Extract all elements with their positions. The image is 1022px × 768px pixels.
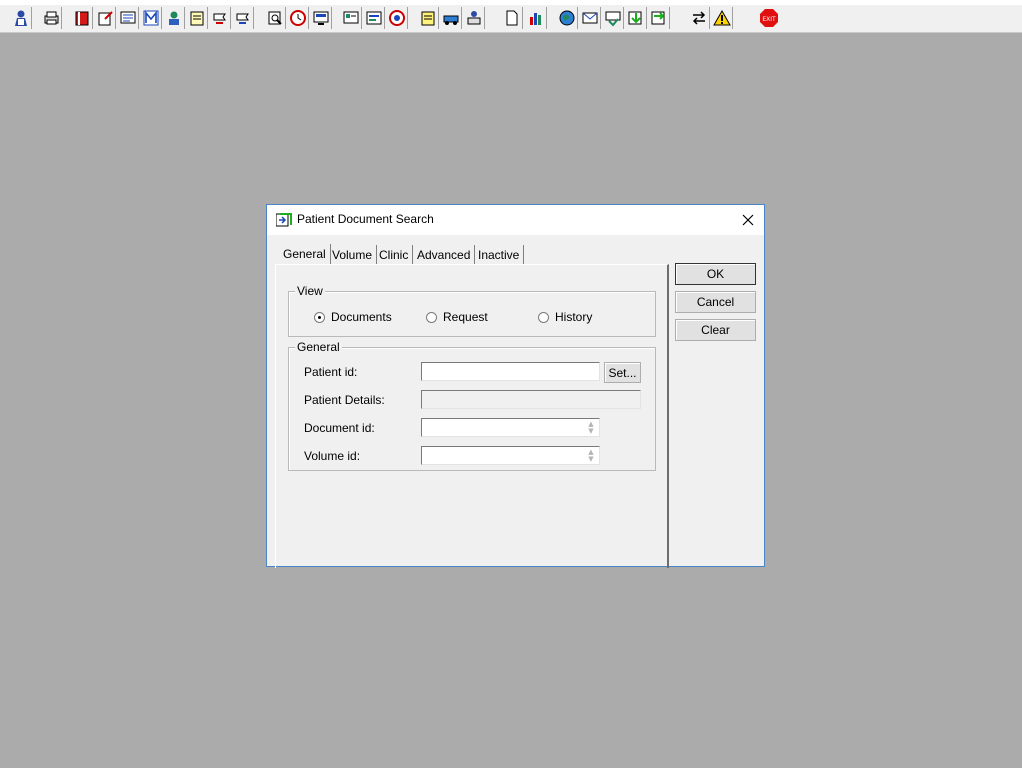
- page-icon[interactable]: [501, 7, 523, 29]
- tab-clinic[interactable]: Clinic: [375, 245, 414, 265]
- document-id-input[interactable]: [422, 419, 599, 436]
- patient-id-field[interactable]: [421, 362, 600, 381]
- set-button[interactable]: Set...: [604, 362, 641, 383]
- patient-details-label: Patient Details:: [304, 393, 385, 407]
- screen-list-icon[interactable]: [117, 7, 139, 29]
- main-toolbar: EXIT: [0, 0, 1022, 33]
- dialog-title: Patient Document Search: [297, 212, 434, 226]
- chart-icon[interactable]: [340, 7, 362, 29]
- monitor-icon[interactable]: [310, 7, 332, 29]
- flag-back-icon[interactable]: [232, 7, 254, 29]
- general-group-title: General: [295, 340, 342, 354]
- dial-icon[interactable]: [386, 7, 408, 29]
- patient-id-input[interactable]: [422, 363, 599, 380]
- notepad-icon[interactable]: [417, 7, 439, 29]
- flag-forward-icon[interactable]: [209, 7, 231, 29]
- check-mail-icon[interactable]: [602, 7, 624, 29]
- radio-documents-label: Documents: [331, 310, 392, 324]
- swap-icon[interactable]: [648, 7, 670, 29]
- warning-icon[interactable]: [711, 7, 733, 29]
- patient-details-field: [421, 390, 641, 409]
- close-icon: [742, 214, 754, 226]
- radio-request-label: Request: [443, 310, 488, 324]
- toolbar-top-strip: [0, 0, 1022, 5]
- dialog-title-bar[interactable]: Patient Document Search: [267, 205, 764, 235]
- document-id-field[interactable]: ▲ ▼: [421, 418, 600, 437]
- exit-label: EXIT: [762, 16, 776, 23]
- volume-id-field[interactable]: ▲ ▼: [421, 446, 600, 465]
- m-icon[interactable]: [140, 7, 162, 29]
- spin-down-icon[interactable]: ▼: [588, 427, 593, 435]
- print-icon[interactable]: [40, 7, 62, 29]
- search-document-icon[interactable]: [264, 7, 286, 29]
- spin-down-icon[interactable]: ▼: [588, 455, 593, 463]
- dialog-app-icon: [275, 212, 292, 228]
- book-icon[interactable]: [71, 7, 93, 29]
- transfer-icon[interactable]: [440, 7, 462, 29]
- mail-icon[interactable]: [579, 7, 601, 29]
- radio-documents[interactable]: Documents: [314, 310, 392, 324]
- tab-advanced[interactable]: Advanced: [413, 245, 476, 265]
- radio-documents-indicator[interactable]: [314, 311, 325, 323]
- edit-form-icon[interactable]: [94, 7, 116, 29]
- user-icon[interactable]: [10, 7, 32, 29]
- volume-id-label: Volume id:: [304, 449, 361, 463]
- cancel-button[interactable]: Cancel: [675, 291, 756, 313]
- view-group: View Documents Request History: [288, 284, 656, 337]
- radio-history-indicator[interactable]: [538, 311, 549, 323]
- arrows-icon[interactable]: [688, 7, 710, 29]
- notes-icon[interactable]: [186, 7, 208, 29]
- tab-page-general: View Documents Request History General P…: [275, 264, 669, 568]
- patient-details-input: [422, 391, 640, 408]
- ok-button[interactable]: OK: [675, 263, 756, 285]
- card-icon[interactable]: [363, 7, 385, 29]
- green-arrow-icon[interactable]: [625, 7, 647, 29]
- radio-request-indicator[interactable]: [426, 311, 437, 323]
- document-id-label: Document id:: [304, 421, 375, 435]
- printer-user-icon[interactable]: [463, 7, 485, 29]
- tab-inactive[interactable]: Inactive: [474, 245, 525, 265]
- radio-history[interactable]: History: [538, 310, 592, 324]
- exit-icon[interactable]: EXIT: [758, 7, 780, 29]
- clear-button[interactable]: Clear: [675, 319, 756, 341]
- volume-id-spinner[interactable]: ▲ ▼: [584, 447, 598, 464]
- view-group-title: View: [295, 284, 325, 298]
- radio-request[interactable]: Request: [426, 310, 488, 324]
- general-group: General Patient id: Set... Patient Detai…: [288, 340, 656, 471]
- tab-general[interactable]: General: [279, 244, 331, 264]
- radio-history-label: History: [555, 310, 593, 324]
- clock-icon[interactable]: [287, 7, 309, 29]
- patient-document-search-dialog: Patient Document Search General Volume C…: [266, 204, 765, 568]
- bar-chart-icon[interactable]: [525, 7, 547, 29]
- patient-id-label: Patient id:: [304, 365, 358, 379]
- volume-id-input[interactable]: [422, 447, 599, 464]
- close-button[interactable]: [732, 205, 764, 235]
- person-icon[interactable]: [163, 7, 185, 29]
- document-id-spinner[interactable]: ▲ ▼: [584, 419, 598, 436]
- globe-icon[interactable]: [556, 7, 578, 29]
- tab-volume[interactable]: Volume: [328, 245, 378, 265]
